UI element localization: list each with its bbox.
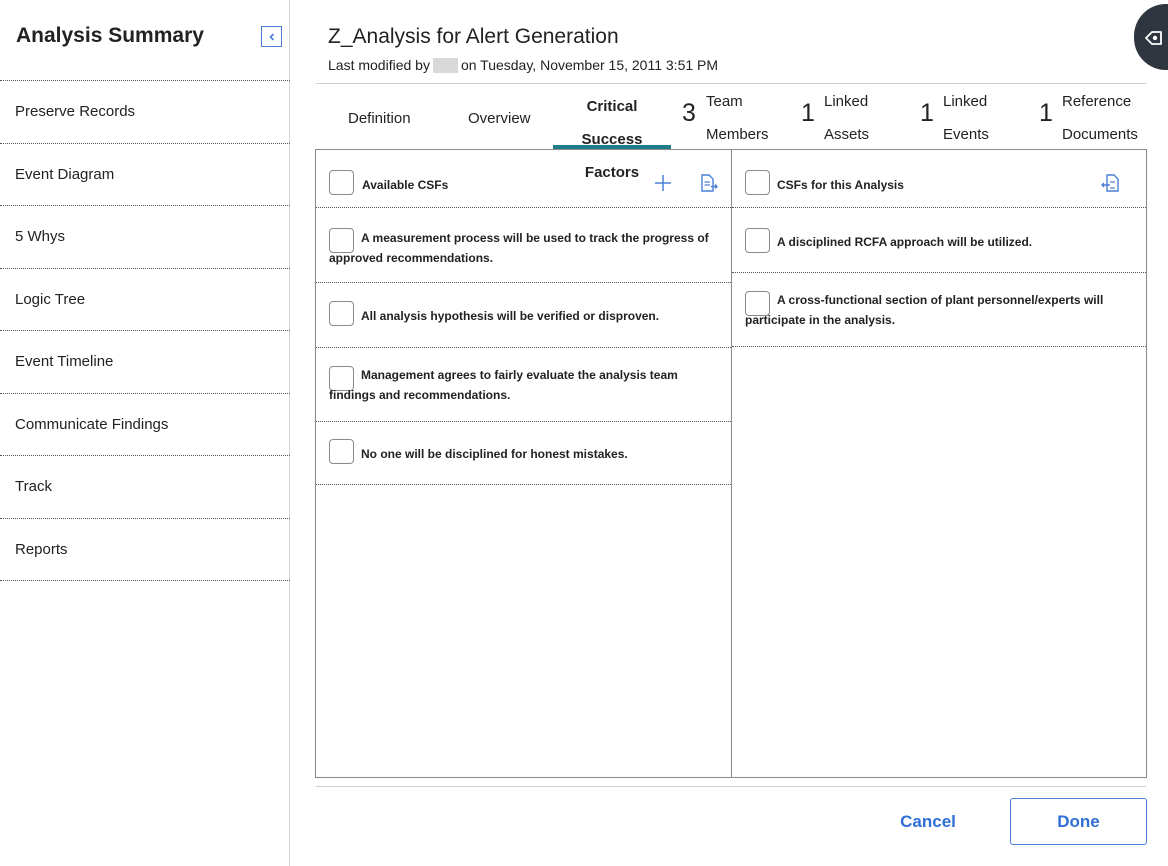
linked-events-count: 1 bbox=[920, 99, 934, 127]
tab-definition[interactable]: Definition bbox=[348, 110, 411, 127]
sidebar-item-reports[interactable]: Reports bbox=[0, 519, 290, 581]
csf-text: All analysis hypothesis will be verified… bbox=[361, 309, 660, 323]
linked-assets-label1: Linked bbox=[824, 93, 869, 110]
csf-text: A measurement process will be used to tr… bbox=[329, 231, 709, 265]
list-item[interactable]: A cross-functional section of plant pers… bbox=[732, 273, 1146, 347]
available-csfs-title: Available CSFs bbox=[362, 178, 449, 192]
linked-assets-label2: Assets bbox=[824, 126, 870, 143]
sidebar-list: Preserve Records Event Diagram 5 Whys Lo… bbox=[0, 80, 290, 581]
eye-tag-icon bbox=[1145, 31, 1162, 45]
document-import-icon bbox=[1101, 174, 1119, 192]
sidebar-item-logic-tree[interactable]: Logic Tree bbox=[0, 269, 290, 331]
last-modified-info: Last modified by on Tuesday, November 15… bbox=[328, 57, 718, 73]
linked-events-label1: Linked bbox=[943, 93, 988, 110]
cancel-button[interactable]: Cancel bbox=[880, 798, 976, 845]
sidebar-item-preserve-records[interactable]: Preserve Records bbox=[0, 81, 290, 144]
sidebar-title: Analysis Summary bbox=[16, 24, 204, 47]
redacted-user bbox=[432, 57, 458, 73]
assistant-badge[interactable] bbox=[1134, 4, 1168, 70]
list-item[interactable]: A disciplined RCFA approach will be util… bbox=[732, 208, 1146, 273]
collapse-sidebar-button[interactable] bbox=[261, 26, 282, 47]
reference-documents-count: 1 bbox=[1039, 99, 1053, 127]
csf-text: Management agrees to fairly evaluate the… bbox=[329, 368, 678, 402]
csf-text: A disciplined RCFA approach will be util… bbox=[777, 235, 1033, 249]
linked-assets-count: 1 bbox=[801, 99, 815, 127]
sidebar-item-communicate-findings[interactable]: Communicate Findings bbox=[0, 394, 290, 456]
csf-text: A cross-functional section of plant pers… bbox=[745, 293, 1104, 327]
sidebar-item-event-diagram[interactable]: Event Diagram bbox=[0, 144, 290, 206]
team-members-label2: Members bbox=[706, 126, 769, 143]
tab-overview[interactable]: Overview bbox=[468, 110, 531, 127]
move-to-analysis-button[interactable] bbox=[697, 172, 719, 194]
page-title: Z_Analysis for Alert Generation bbox=[328, 25, 619, 48]
reference-documents-label2: Documents bbox=[1062, 126, 1138, 143]
add-csf-button[interactable] bbox=[652, 172, 674, 194]
footer-divider bbox=[316, 786, 1146, 787]
analysis-csfs-header: CSFs for this Analysis bbox=[732, 150, 1146, 208]
tab-critical-line1: Critical bbox=[586, 98, 638, 115]
select-all-analysis-checkbox[interactable] bbox=[745, 170, 770, 195]
team-members-label1: Team bbox=[706, 93, 743, 110]
done-button[interactable]: Done bbox=[1010, 798, 1147, 845]
sidebar: Analysis Summary Preserve Records Event … bbox=[0, 0, 290, 866]
plus-icon bbox=[655, 175, 671, 191]
list-item[interactable]: All analysis hypothesis will be verified… bbox=[316, 283, 731, 348]
available-csfs-header: Available CSFs bbox=[316, 150, 731, 208]
document-export-icon bbox=[701, 174, 718, 192]
chevron-left-icon bbox=[268, 32, 274, 41]
list-item[interactable]: A measurement process will be used to tr… bbox=[316, 208, 731, 283]
header-divider bbox=[316, 83, 1146, 84]
csf-text: No one will be disciplined for honest mi… bbox=[361, 447, 628, 461]
sidebar-item-5-whys[interactable]: 5 Whys bbox=[0, 206, 290, 269]
analysis-csfs-title: CSFs for this Analysis bbox=[777, 178, 904, 192]
reference-documents-label1: Reference bbox=[1062, 93, 1132, 110]
list-item[interactable]: No one will be disciplined for honest mi… bbox=[316, 422, 731, 485]
modified-prefix: Last modified by bbox=[328, 57, 430, 73]
linked-events-label2: Events bbox=[943, 126, 989, 143]
list-item[interactable]: Management agrees to fairly evaluate the… bbox=[316, 348, 731, 422]
sidebar-item-event-timeline[interactable]: Event Timeline bbox=[0, 331, 290, 394]
remove-from-analysis-button[interactable] bbox=[1100, 172, 1122, 194]
modified-suffix: on Tuesday, November 15, 2011 3:51 PM bbox=[460, 57, 719, 73]
team-members-count: 3 bbox=[682, 99, 696, 127]
select-all-available-checkbox[interactable] bbox=[329, 170, 354, 195]
sidebar-item-track[interactable]: Track bbox=[0, 456, 290, 519]
